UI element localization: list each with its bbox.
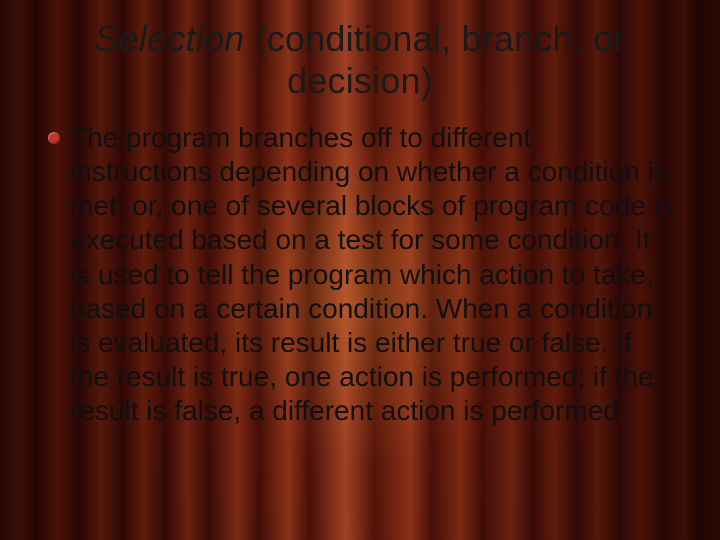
title-emphasis: Selection [94,18,244,59]
title-rest: (conditional, branch, or decision) [244,18,625,101]
bullet-icon [48,132,60,144]
bullet-row: The program branches off to different in… [38,121,682,428]
slide-container: Selection (conditional, branch, or decis… [0,0,720,540]
slide-title: Selection (conditional, branch, or decis… [38,18,682,103]
body-paragraph: The program branches off to different in… [70,121,676,428]
